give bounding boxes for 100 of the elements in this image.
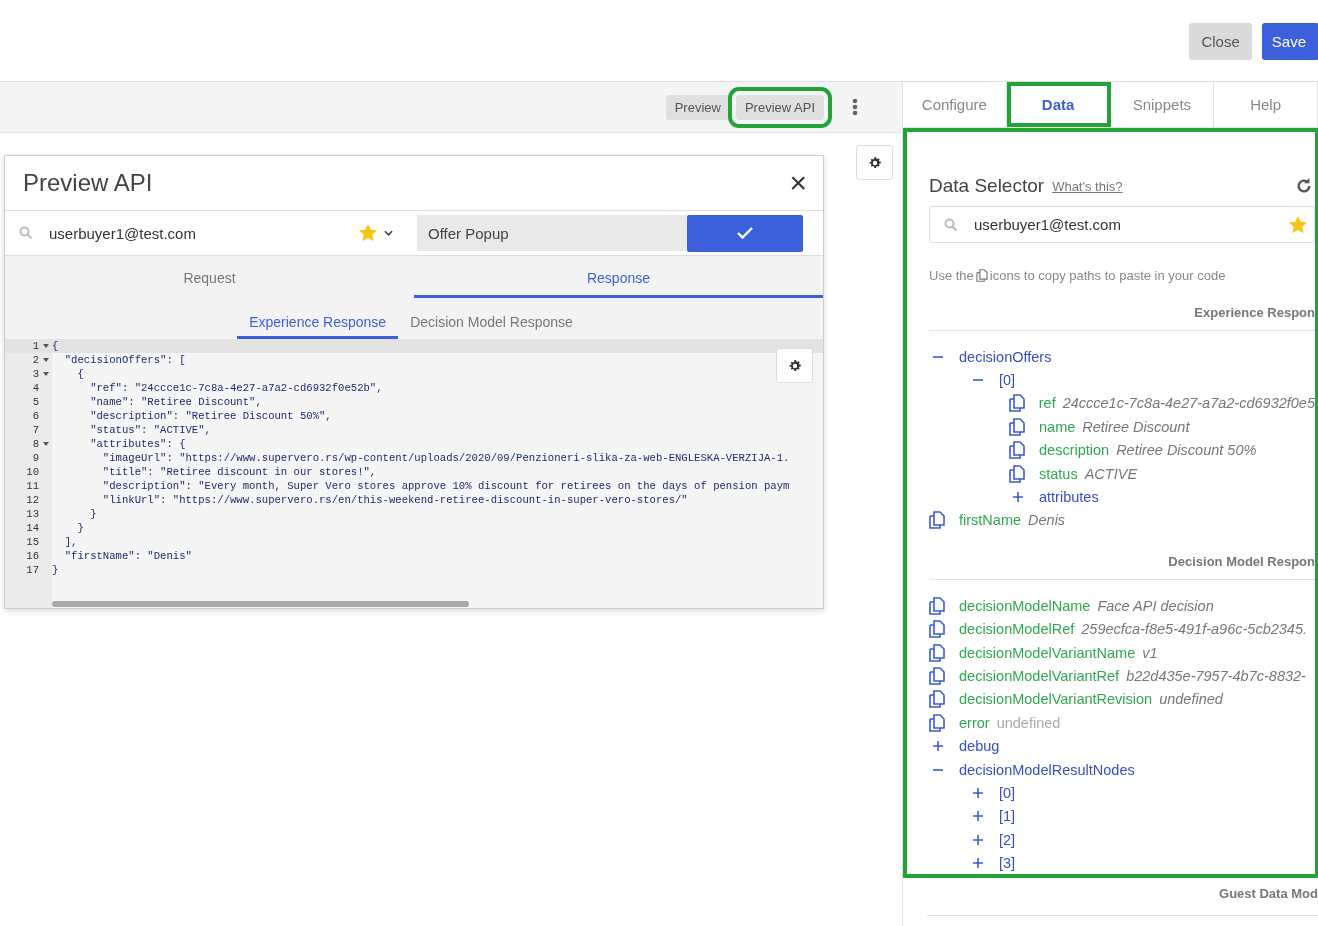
data-key[interactable]: status bbox=[1039, 465, 1078, 482]
data-node[interactable]: debug bbox=[959, 738, 1000, 755]
caret-icon[interactable] bbox=[384, 230, 393, 236]
data-node[interactable]: [3] bbox=[999, 855, 1016, 872]
user-search-field[interactable]: userbuyer1@test.com bbox=[5, 223, 405, 243]
code-line: "attributes": { bbox=[89, 438, 186, 450]
code-line: "imageUrl": "https://www.supervero.rs/wp-content/uploads/2020/09/Penzioneri-slika-za-web-ENGLESKA-VERZIJA-1. bbox=[101, 452, 790, 464]
fold-icon[interactable] bbox=[42, 344, 49, 348]
data-key[interactable]: name bbox=[1039, 418, 1076, 435]
line-number: 15 bbox=[25, 536, 39, 548]
copy-icon[interactable] bbox=[929, 667, 945, 685]
code-line: { bbox=[76, 368, 84, 380]
star-icon[interactable] bbox=[1288, 214, 1308, 235]
data-node[interactable]: [1] bbox=[999, 808, 1016, 825]
line-number: 3 bbox=[31, 368, 39, 380]
data-node[interactable]: [0] bbox=[999, 372, 1016, 389]
copy-icon[interactable] bbox=[929, 690, 945, 709]
data-value: ACTIVE bbox=[1084, 465, 1138, 482]
line-number: 12 bbox=[25, 494, 39, 506]
line-number: 13 bbox=[25, 508, 39, 520]
response-subtab[interactable]: Decision Model Response bbox=[398, 307, 585, 339]
data-value: undefined bbox=[996, 714, 1061, 731]
code-line: } bbox=[52, 564, 59, 576]
help-link[interactable]: What's this? bbox=[1052, 178, 1123, 194]
settings-button[interactable] bbox=[776, 348, 813, 383]
copy-icon[interactable] bbox=[1009, 417, 1025, 436]
more-icon[interactable] bbox=[852, 98, 858, 116]
hint-text: icons to copy paths to paste in your code bbox=[989, 268, 1226, 283]
copy-icon[interactable] bbox=[1009, 464, 1025, 483]
data-node[interactable]: attributes bbox=[1039, 489, 1099, 506]
code-line: "name": "Retiree Discount", bbox=[89, 396, 262, 408]
copy-icon[interactable] bbox=[929, 511, 945, 530]
data-key[interactable]: decisionModelVariantRevision bbox=[959, 691, 1153, 708]
copy-icon[interactable] bbox=[929, 643, 945, 662]
data-key[interactable]: decisionModelName bbox=[959, 597, 1091, 614]
fold-icon[interactable] bbox=[42, 358, 49, 362]
code-line: ], bbox=[63, 536, 78, 548]
response-tab[interactable]: Request bbox=[5, 256, 414, 298]
data-key[interactable]: ref bbox=[1038, 395, 1056, 412]
code-line: } bbox=[76, 522, 84, 534]
copy-icon[interactable] bbox=[929, 596, 945, 615]
expand-icon[interactable] bbox=[973, 858, 983, 869]
data-key[interactable]: decisionModelVariantRef bbox=[959, 668, 1120, 684]
close-button[interactable]: Close bbox=[1189, 23, 1252, 60]
star-icon[interactable] bbox=[358, 223, 378, 243]
data-key[interactable]: firstName bbox=[959, 512, 1022, 529]
data-node[interactable]: decisionModelResultNodes bbox=[959, 761, 1135, 778]
panel-title: Data Selector bbox=[929, 175, 1045, 197]
copy-icon[interactable] bbox=[929, 713, 945, 732]
search-icon bbox=[944, 217, 958, 232]
dialog-title: Preview API bbox=[23, 169, 153, 197]
data-key[interactable]: error bbox=[959, 714, 990, 731]
code-line: "title": "Retiree discount in our stores!", bbox=[101, 466, 377, 478]
save-button[interactable]: Save bbox=[1261, 23, 1318, 60]
hint-text: Use the bbox=[929, 268, 974, 283]
section-heading: Experience Respon bbox=[929, 305, 1315, 331]
panel-tab[interactable]: Data bbox=[1006, 82, 1111, 127]
refresh-icon[interactable] bbox=[1295, 177, 1313, 195]
data-node[interactable]: [2] bbox=[999, 831, 1016, 848]
expand-icon[interactable] bbox=[1013, 492, 1023, 503]
expand-icon[interactable] bbox=[973, 787, 983, 798]
copy-icon[interactable] bbox=[929, 620, 945, 639]
data-node[interactable]: [0] bbox=[999, 784, 1016, 801]
settings-button[interactable] bbox=[856, 145, 893, 180]
line-number: 9 bbox=[31, 452, 39, 464]
data-key[interactable]: decisionModelVariantName bbox=[959, 644, 1136, 661]
expand-icon[interactable] bbox=[933, 741, 943, 752]
confirm-button[interactable] bbox=[687, 214, 803, 252]
data-key[interactable]: decisionModelRef bbox=[959, 621, 1075, 638]
data-node[interactable]: decisionOffers bbox=[959, 348, 1052, 365]
section-heading: Decision Model Respon bbox=[929, 554, 1315, 581]
code-line: "description": "Retiree Discount 50%", bbox=[89, 410, 332, 422]
copy-icon[interactable] bbox=[1009, 394, 1025, 413]
expand-icon[interactable] bbox=[973, 834, 983, 845]
code-line: "description": "Every month, Super Vero stores approve 10% discount for retirees on the days of pension paym bbox=[101, 480, 790, 492]
fold-icon[interactable] bbox=[42, 442, 49, 446]
user-search-field[interactable]: userbuyer1@test.com bbox=[929, 206, 1315, 243]
copy-icon[interactable] bbox=[1009, 441, 1025, 460]
line-number: 11 bbox=[25, 480, 39, 492]
experience-field[interactable]: Offer Popup bbox=[417, 215, 687, 251]
data-value: undefined bbox=[1159, 691, 1223, 708]
data-key[interactable]: description bbox=[1039, 442, 1110, 459]
code-line: } bbox=[89, 508, 97, 520]
code-line: "decisionOffers": [ bbox=[63, 354, 186, 366]
expand-icon[interactable] bbox=[973, 811, 983, 822]
data-value: Retiree Discount bbox=[1082, 418, 1190, 435]
close-button[interactable]: × bbox=[789, 168, 807, 198]
scrollbar[interactable] bbox=[52, 601, 469, 607]
preview-button[interactable]: Preview bbox=[665, 94, 730, 120]
line-number: 1 bbox=[31, 340, 39, 352]
gear-icon bbox=[787, 358, 802, 373]
line-number: 16 bbox=[25, 550, 39, 562]
line-number: 2 bbox=[31, 354, 39, 366]
gear-icon bbox=[867, 155, 882, 170]
data-value: Denis bbox=[1028, 512, 1066, 529]
code-line: { bbox=[52, 340, 59, 352]
code-line: "ref": "24ccce1c-7c8a-4e27-a7a2-cd6932f0e52b", bbox=[89, 382, 383, 394]
line-number: 17 bbox=[25, 564, 39, 576]
data-value: Retiree Discount 50% bbox=[1116, 442, 1257, 459]
fold-icon[interactable] bbox=[42, 372, 49, 376]
